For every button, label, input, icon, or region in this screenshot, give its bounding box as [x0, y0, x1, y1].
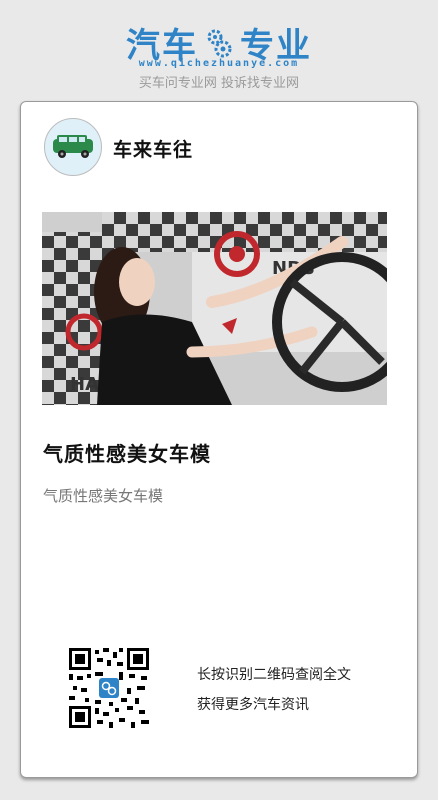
site-url: www.qichezhuanye.com [138, 58, 300, 69]
article-summary: 气质性感美女车模 [43, 487, 164, 505]
photo-illustration: NDS HA [42, 212, 387, 405]
gear-icon [207, 29, 232, 57]
avatar[interactable] [44, 118, 102, 176]
site-header: 汽车 专业 www.qichezhuanye.com 买车问专业网 投诉找专业网 [0, 0, 438, 95]
author-name[interactable]: 车来车往 [113, 135, 193, 162]
car-model-photo[interactable]: NDS HA [42, 212, 387, 405]
qr-code-icon[interactable] [69, 648, 149, 728]
site-slogan: 买车问专业网 投诉找专业网 [138, 76, 300, 91]
svg-text:HA: HA [70, 374, 99, 395]
qr-cta-line2: 获得更多汽车资讯 [197, 697, 309, 713]
qr-cta-line1: 长按识别二维码查阅全文 [197, 667, 351, 683]
article-title[interactable]: 气质性感美女车模 [43, 438, 211, 467]
article-card: 车来车往 NDS HA 气质性感美女车模 气质性感美女车模 长按识别二维码查阅全… [20, 101, 418, 778]
green-car-icon [53, 135, 93, 158]
